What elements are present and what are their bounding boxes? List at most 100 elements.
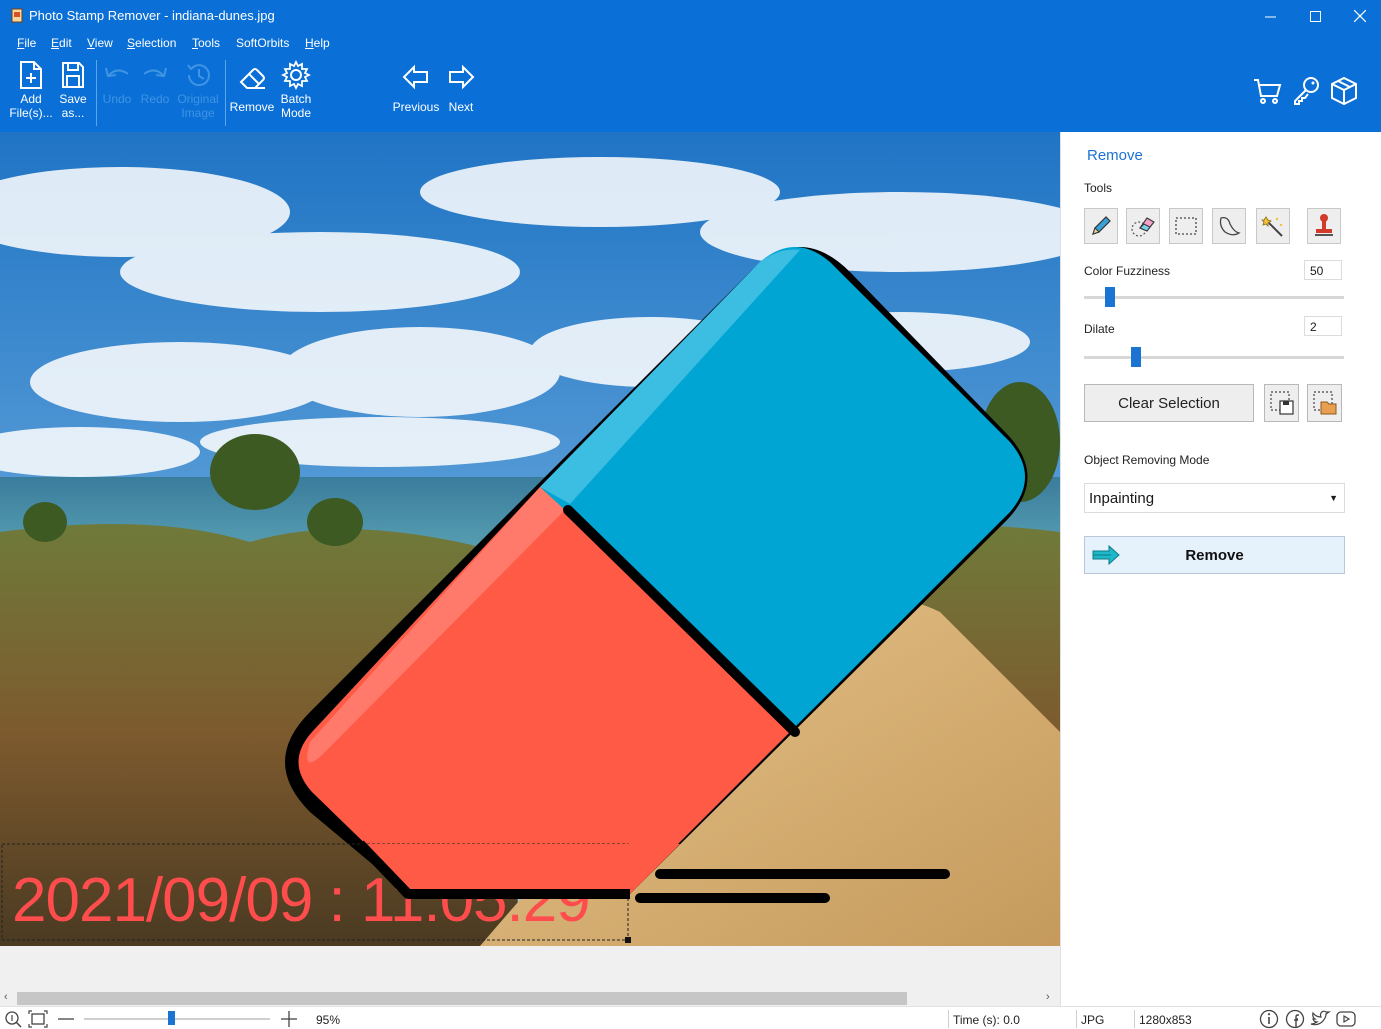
zoom-slider-thumb[interactable] (168, 1011, 175, 1025)
undo-button[interactable]: Undo (100, 54, 134, 130)
menu-view[interactable]: View (87, 36, 113, 50)
load-selection-button[interactable] (1307, 384, 1342, 422)
arrow-right-icon (1092, 545, 1120, 565)
magic-wand-icon (1261, 216, 1283, 237)
zoom-icon[interactable] (4, 1010, 22, 1028)
menu-help[interactable]: Help (305, 36, 330, 50)
title-bar: Photo Stamp Remover - indiana-dunes.jpg (0, 0, 1381, 32)
dilate-label: Dilate (1084, 322, 1115, 336)
save-selection-icon (1269, 391, 1294, 415)
fit-to-window-icon[interactable] (28, 1010, 48, 1028)
gear-icon (281, 60, 311, 90)
redo-icon (143, 67, 167, 78)
minimize-button[interactable] (1247, 0, 1293, 32)
menu-softorbits[interactable]: SoftOrbits (236, 36, 289, 50)
status-separator (948, 1010, 949, 1028)
menu-file[interactable]: File (17, 36, 36, 50)
eraser-tool-icon (1131, 217, 1155, 237)
save-icon (62, 62, 84, 88)
redo-button[interactable]: Redo (138, 54, 172, 130)
pencil-tool-button[interactable] (1084, 208, 1118, 244)
app-icon (11, 8, 23, 23)
eraser-tool-button[interactable] (1126, 208, 1160, 244)
next-button[interactable]: Next (444, 54, 478, 130)
maximize-button[interactable] (1292, 0, 1338, 32)
arrow-right-icon (449, 64, 475, 90)
ribbon-separator (225, 60, 226, 126)
tools-label: Tools (1084, 181, 1113, 195)
history-icon (187, 64, 210, 87)
dilate-thumb[interactable] (1131, 347, 1141, 367)
close-icon (1354, 10, 1366, 22)
youtube-icon[interactable] (1335, 1009, 1357, 1029)
panel-title: Remove (1087, 147, 1143, 164)
image-format: JPG (1081, 1013, 1105, 1027)
object-removing-mode-label: Object Removing Mode (1084, 453, 1210, 467)
lasso-tool-button[interactable] (1212, 208, 1246, 244)
removing-mode-select[interactable]: Inpainting ▼ (1084, 483, 1345, 513)
dilate-slider[interactable] (1084, 356, 1344, 359)
minimize-icon (1264, 16, 1276, 17)
remove-toolbar-button[interactable]: Remove (229, 54, 275, 130)
image-canvas[interactable]: 2021/09/09 : 11:05:29 (0, 132, 1060, 946)
save-selection-button[interactable] (1264, 384, 1299, 422)
key-button[interactable] (1289, 74, 1323, 114)
eraser-icon (239, 68, 265, 89)
box-icon (1331, 76, 1357, 106)
status-bar: 95% Time (s): 0.0 JPG 1280x853 (0, 1006, 1381, 1029)
facebook-icon[interactable] (1285, 1009, 1305, 1029)
close-button[interactable] (1337, 0, 1381, 32)
status-separator (1134, 1010, 1135, 1028)
zoom-out-icon[interactable] (57, 1010, 75, 1028)
twitter-icon[interactable] (1309, 1009, 1331, 1029)
menu-edit[interactable]: Edit (51, 36, 72, 50)
horizontal-scrollbar[interactable]: ‹ › (0, 991, 1060, 1006)
stamp-icon (1315, 214, 1333, 236)
clear-selection-button[interactable]: Clear Selection (1084, 384, 1254, 422)
zoom-level: 95% (316, 1013, 341, 1027)
cart-button[interactable] (1250, 74, 1284, 114)
color-fuzziness-thumb[interactable] (1105, 287, 1115, 307)
remove-button[interactable]: Remove (1084, 536, 1345, 574)
original-image-button[interactable]: Original Image (174, 54, 222, 130)
menu-selection[interactable]: Selection (127, 36, 176, 50)
stamp-tool-button[interactable] (1307, 208, 1341, 244)
batch-mode-button[interactable]: Batch Mode (276, 54, 316, 130)
info-icon[interactable] (1259, 1009, 1279, 1029)
ribbon-separator (96, 60, 97, 126)
scroll-left-icon[interactable]: ‹ (4, 991, 8, 1003)
color-fuzziness-input[interactable]: 50 (1304, 260, 1342, 280)
zoom-in-icon[interactable] (280, 1010, 298, 1028)
save-as-button[interactable]: Save as... (54, 54, 92, 130)
eraser-tip-overlay (356, 840, 680, 899)
folder-open-icon (1312, 391, 1336, 415)
ribbon-toolbar: Add File(s)... Save as... Undo Redo Orig… (0, 54, 1381, 132)
pencil-icon (1092, 216, 1111, 235)
arrow-left-icon (402, 64, 428, 90)
canvas-empty-area (0, 946, 1060, 991)
scrollbar-thumb[interactable] (17, 992, 907, 1005)
color-fuzziness-slider[interactable] (1084, 296, 1344, 299)
rectangle-select-icon (1175, 217, 1197, 235)
maximize-icon (1309, 10, 1321, 22)
dilate-input[interactable]: 2 (1304, 316, 1342, 336)
menu-bar: File Edit View Selection Tools SoftOrbit… (0, 32, 1381, 54)
undo-icon (105, 67, 129, 78)
package-button[interactable] (1327, 74, 1361, 114)
menu-tools[interactable]: Tools (192, 36, 220, 50)
magic-wand-button[interactable] (1256, 208, 1290, 244)
zoom-slider[interactable] (84, 1018, 270, 1020)
status-separator (1076, 1010, 1077, 1028)
key-icon (1294, 77, 1319, 105)
processing-time: Time (s): 0.0 (953, 1013, 1020, 1027)
previous-button[interactable]: Previous (392, 54, 440, 130)
scroll-right-icon[interactable]: › (1046, 991, 1050, 1003)
remove-panel: Remove Tools Color Fuzziness 50 Dilate 2… (1060, 132, 1381, 1006)
chevron-down-icon: ▼ (1329, 493, 1338, 503)
lasso-icon (1219, 216, 1241, 236)
add-files-button[interactable]: Add File(s)... (8, 54, 54, 130)
image-dimensions: 1280x853 (1139, 1013, 1192, 1027)
rectangle-select-button[interactable] (1169, 208, 1203, 244)
color-fuzziness-label: Color Fuzziness (1084, 264, 1171, 278)
add-file-icon (20, 61, 42, 89)
